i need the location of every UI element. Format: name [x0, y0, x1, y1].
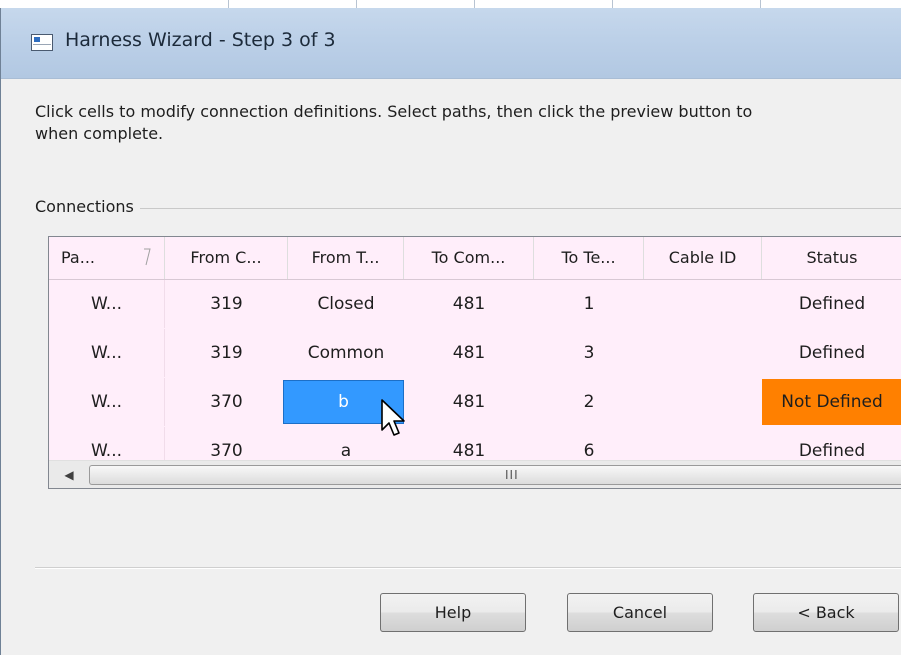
cell-cable-id[interactable] — [644, 329, 762, 377]
scroll-left-arrow-icon[interactable]: ◀ — [55, 461, 83, 488]
cell-from-component[interactable]: 370 — [165, 378, 288, 426]
cell-path[interactable]: W... — [49, 329, 165, 377]
window-title: Harness Wizard - Step 3 of 3 — [65, 29, 336, 51]
cell-path[interactable]: W... — [49, 378, 165, 426]
cell-cable-id[interactable] — [644, 280, 762, 328]
sort-indicator-icon — [144, 248, 151, 266]
grid-header-row: Pa... From C... From T... To Com... To T… — [49, 237, 901, 280]
cell-cable-id[interactable] — [644, 378, 762, 426]
cell-from-component[interactable]: 319 — [165, 280, 288, 328]
cell-to-component[interactable]: 481 — [404, 329, 534, 377]
back-button[interactable]: < Back — [753, 593, 899, 632]
cell-to-component[interactable]: 481 — [404, 280, 534, 328]
connections-group-line — [35, 208, 901, 209]
mouse-pointer-icon — [381, 399, 405, 436]
scrollbar-thumb[interactable]: III — [89, 465, 901, 485]
cell-path[interactable]: W... — [49, 280, 165, 328]
wizard-client-area: Click cells to modify connection definit… — [1, 79, 901, 655]
cell-status[interactable]: Defined — [762, 280, 901, 328]
horizontal-scrollbar[interactable]: ◀ III — [49, 460, 901, 488]
column-header-path[interactable]: Pa... — [49, 237, 165, 279]
button-area-separator — [35, 567, 901, 569]
connections-grid[interactable]: Pa... From C... From T... To Com... To T… — [48, 236, 901, 489]
cell-to-terminal[interactable]: 3 — [534, 329, 644, 377]
column-header-status[interactable]: Status — [762, 237, 901, 279]
title-bar[interactable]: Harness Wizard - Step 3 of 3 — [1, 8, 901, 79]
cell-from-component[interactable]: 319 — [165, 329, 288, 377]
cell-from-terminal[interactable]: Closed — [288, 280, 404, 328]
help-button[interactable]: Help — [380, 593, 526, 632]
cell-to-terminal[interactable]: 1 — [534, 280, 644, 328]
connections-group-label: Connections — [35, 197, 140, 216]
instruction-line-2: when complete. — [35, 124, 164, 143]
cell-status-not-defined[interactable]: Not Defined — [762, 379, 901, 425]
cell-from-terminal[interactable]: Common — [288, 329, 404, 377]
column-header-from-terminal[interactable]: From T... — [288, 237, 404, 279]
scrollbar-grip-icon: III — [505, 468, 519, 482]
table-row[interactable]: W... 319 Common 481 3 Defined — [49, 329, 901, 379]
background-window-strip — [0, 0, 901, 8]
column-header-from-component[interactable]: From C... — [165, 237, 288, 279]
column-header-to-component[interactable]: To Com... — [404, 237, 534, 279]
column-header-to-terminal[interactable]: To Te... — [534, 237, 644, 279]
instruction-text: Click cells to modify connection definit… — [35, 101, 901, 145]
cell-status[interactable]: Defined — [762, 329, 901, 377]
cell-to-terminal[interactable]: 2 — [534, 378, 644, 426]
table-row[interactable]: W... 319 Closed 481 1 Defined — [49, 280, 901, 330]
app-window-icon — [31, 34, 53, 51]
cell-to-component[interactable]: 481 — [404, 378, 534, 426]
harness-wizard-window: Harness Wizard - Step 3 of 3 Click cells… — [0, 8, 901, 655]
cancel-button[interactable]: Cancel — [567, 593, 713, 632]
column-header-cable-id[interactable]: Cable ID — [644, 237, 762, 279]
instruction-line-1: Click cells to modify connection definit… — [35, 102, 753, 121]
table-row[interactable]: W... 370 b 481 2 Not Defined — [49, 378, 901, 428]
